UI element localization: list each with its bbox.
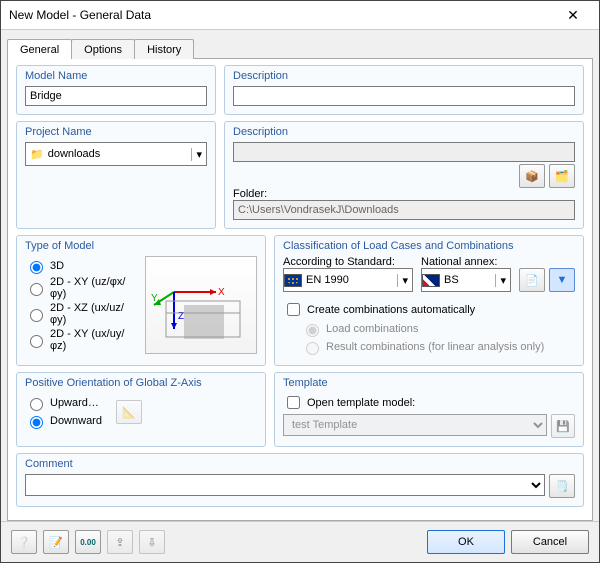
model-name-input[interactable]	[25, 86, 207, 106]
eu-flag-icon	[284, 274, 302, 287]
group-comment: Comment	[25, 458, 575, 470]
uk-flag-icon	[422, 274, 440, 287]
project-new-icon[interactable]: 📦	[519, 164, 545, 188]
radio-3d[interactable]: 3D	[25, 258, 139, 274]
standard-value: EN 1990	[306, 274, 397, 286]
help-icon[interactable]: ❔	[11, 530, 37, 554]
filter-icon[interactable]: ▼	[549, 268, 575, 292]
ok-button[interactable]: OK	[427, 530, 505, 554]
template-select: test Template	[283, 414, 547, 436]
radio-load-comb: Load combinations	[301, 321, 575, 337]
svg-text:X: X	[218, 287, 225, 298]
radio-downward[interactable]: Downward	[25, 413, 102, 429]
group-zaxis: Positive Orientation of Global Z-Axis	[25, 377, 257, 389]
tab-options[interactable]: Options	[71, 39, 135, 59]
check-open-template[interactable]: Open template model:	[283, 393, 575, 412]
group-classification: Classification of Load Cases and Combina…	[283, 240, 575, 252]
radio-2d-xy2[interactable]: 2D - XY (ux/uy/φz)	[25, 328, 139, 352]
chevron-down-icon[interactable]: ▾	[191, 148, 206, 161]
tab-history[interactable]: History	[134, 39, 194, 59]
zaxis-help-icon[interactable]: 📐	[116, 400, 142, 424]
radio-result-comb: Result combinations (for linear analysis…	[301, 339, 575, 355]
units-icon[interactable]: 0.00	[75, 530, 101, 554]
edit-icon[interactable]: 📝	[43, 530, 69, 554]
group-model-name: Model Name	[25, 70, 207, 82]
annex-label: National annex:	[421, 256, 511, 268]
close-icon[interactable]: ✕	[555, 5, 591, 25]
check-auto-comb[interactable]: Create combinations automatically	[283, 300, 575, 319]
comment-pick-icon[interactable]: 🗒️	[549, 474, 575, 498]
window-title: New Model - General Data	[9, 8, 555, 22]
group-model-desc: Description	[233, 70, 575, 82]
import-icon[interactable]: ⇩	[139, 530, 165, 554]
model-desc-input[interactable]	[233, 86, 575, 106]
project-manager-icon[interactable]: 🗂️	[549, 164, 575, 188]
project-name-value: downloads	[48, 148, 192, 160]
radio-2d-xy[interactable]: 2D - XY (uz/φx/φy)	[25, 276, 139, 300]
radio-2d-xz[interactable]: 2D - XZ (ux/uz/φy)	[25, 302, 139, 326]
group-project-name: Project Name	[25, 126, 207, 138]
template-save-icon[interactable]: 💾	[551, 414, 575, 438]
export-icon[interactable]: ⇪	[107, 530, 133, 554]
group-template: Template	[283, 377, 575, 389]
annex-value: BS	[444, 274, 495, 286]
group-type-model: Type of Model	[25, 240, 257, 252]
folder-label: Folder:	[233, 188, 575, 200]
chevron-down-icon[interactable]: ▾	[495, 274, 510, 287]
model-preview-icon: X Y Z	[145, 256, 257, 354]
titlebar: New Model - General Data ✕	[1, 1, 599, 30]
standard-label: According to Standard:	[283, 256, 413, 268]
standard-details-icon[interactable]: 📄	[519, 268, 545, 292]
dialog-footer: ❔ 📝 0.00 ⇪ ⇩ OK Cancel	[1, 521, 599, 562]
group-project-desc: Description	[233, 126, 575, 138]
radio-upward[interactable]: Upward…	[25, 395, 102, 411]
folder-icon: 📁	[30, 148, 44, 161]
folder-path	[233, 200, 575, 220]
tab-panel-general: Model Name Description Project Name 📁 do…	[7, 58, 593, 521]
tab-general[interactable]: General	[7, 39, 72, 59]
dialog-window: New Model - General Data ✕ General Optio…	[0, 0, 600, 563]
tab-strip: General Options History	[1, 34, 599, 58]
cancel-button[interactable]: Cancel	[511, 530, 589, 554]
comment-input[interactable]	[25, 474, 545, 496]
chevron-down-icon[interactable]: ▾	[397, 274, 412, 287]
svg-text:Y: Y	[151, 293, 158, 304]
project-desc-input	[233, 142, 575, 162]
